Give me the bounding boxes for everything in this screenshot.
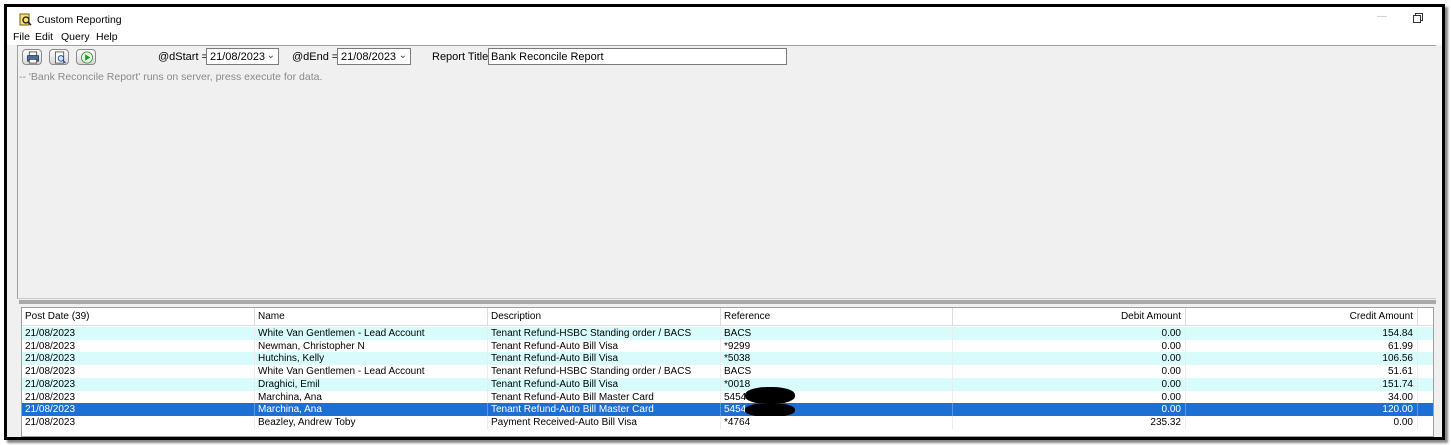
- cell-description[interactable]: Tenant Refund-Auto Bill Master Card: [488, 403, 721, 417]
- cell-debit[interactable]: 235.32: [953, 415, 1186, 429]
- menu-edit[interactable]: Edit: [35, 31, 53, 43]
- sql-comment: -- 'Bank Reconcile Report' runs on serve…: [19, 71, 323, 83]
- cell-reference[interactable]: *5038: [721, 352, 953, 366]
- cell-debit[interactable]: 0.00: [953, 327, 1186, 340]
- app-icon: [19, 13, 32, 26]
- cell-debit[interactable]: 0.00: [953, 403, 1186, 417]
- cell-debit[interactable]: 0.00: [953, 365, 1186, 379]
- cell-reference[interactable]: BACS: [721, 365, 953, 379]
- execute-button[interactable]: [76, 49, 96, 65]
- table-row[interactable]: 21/08/2023 Marchina, Ana Tenant Refund-Aut…: [22, 403, 1433, 418]
- table-row[interactable]: 21/08/2023 White Van Gentlemen - Lead Acc…: [22, 327, 1433, 340]
- report-title-input[interactable]: Bank Reconcile Report: [488, 48, 787, 65]
- cell-description[interactable]: Payment Received-Auto Bill Visa: [488, 415, 721, 429]
- print-preview-button[interactable]: [49, 49, 69, 65]
- cell-debit[interactable]: 0.00: [953, 339, 1186, 353]
- table-row[interactable]: 21/08/2023 Marchina, Ana Tenant Refund-Aut…: [22, 386, 1433, 404]
- print-icon: [27, 51, 39, 64]
- cell-post-date[interactable]: 21/08/2023: [22, 415, 255, 429]
- restore-icon[interactable]: [1412, 12, 1424, 24]
- cell-debit[interactable]: 0.00: [953, 377, 1186, 391]
- table-row[interactable]: 21/08/2023 Beazley, Andrew Toby Payment Re…: [22, 415, 1433, 429]
- sql-editor[interactable]: -- 'Bank Reconcile Report' runs on serve…: [17, 67, 1436, 299]
- cell-credit[interactable]: 151.74: [1186, 377, 1418, 391]
- menu-bar: File Edit Query Help: [7, 29, 1442, 45]
- cell-name[interactable]: Marchina, Ana: [255, 390, 488, 404]
- cell-credit[interactable]: 61.99: [1186, 339, 1418, 353]
- dstart-value: 21/08/2023: [210, 51, 266, 63]
- cell-description[interactable]: Tenant Refund-Auto Bill Visa: [488, 352, 721, 366]
- chevron-down-icon[interactable]: ⌄: [267, 50, 275, 61]
- cell-credit[interactable]: 120.00: [1186, 403, 1418, 417]
- pane-splitter[interactable]: [19, 300, 1436, 304]
- minimize-button[interactable]: —: [1374, 9, 1390, 25]
- column-header-post-date[interactable]: Post Date (39): [22, 308, 255, 326]
- window-title: Custom Reporting: [37, 14, 122, 26]
- cell-debit[interactable]: 0.00: [953, 390, 1186, 404]
- print-button[interactable]: [22, 49, 42, 65]
- table-row[interactable]: 21/08/2023 Hutchins, Kelly Tenant Refund-A…: [22, 352, 1433, 366]
- cell-reference[interactable]: BACS: [721, 327, 953, 340]
- cell-description[interactable]: Tenant Refund-HSBC Standing order / BACS: [488, 365, 721, 379]
- cell-credit[interactable]: 106.56: [1186, 352, 1418, 366]
- cell-name[interactable]: White Van Gentlemen - Lead Account: [255, 327, 488, 340]
- results-grid[interactable]: Post Date (39) Name Description Referenc…: [21, 307, 1434, 437]
- cell-credit[interactable]: 51.61: [1186, 365, 1418, 379]
- cell-description[interactable]: Tenant Refund-Auto Bill Visa: [488, 339, 721, 353]
- cell-post-date[interactable]: 21/08/2023: [22, 327, 255, 340]
- dstart-label: @dStart =: [158, 51, 208, 63]
- execute-icon: [81, 51, 93, 64]
- cell-name[interactable]: White Van Gentlemen - Lead Account: [255, 365, 488, 379]
- title-bar: Custom Reporting —: [7, 7, 1442, 29]
- cell-post-date[interactable]: 21/08/2023: [22, 339, 255, 353]
- app-window: Custom Reporting — File Edit Query Help: [4, 4, 1445, 440]
- redaction-mark: [745, 386, 795, 404]
- grid-header-row: Post Date (39) Name Description Referenc…: [22, 308, 1433, 326]
- report-title-label: Report Title: [432, 51, 489, 63]
- cell-post-date[interactable]: 21/08/2023: [22, 390, 255, 404]
- column-header-description[interactable]: Description: [488, 308, 721, 326]
- cell-name[interactable]: Hutchins, Kelly: [255, 352, 488, 366]
- cell-reference[interactable]: *4764: [721, 415, 953, 429]
- dend-date-picker[interactable]: 21/08/2023 ⌄: [337, 48, 411, 65]
- cell-credit[interactable]: 0.00: [1186, 415, 1418, 429]
- table-row[interactable]: 21/08/2023 Newman, Christopher N Tenant Re…: [22, 339, 1433, 353]
- dend-value: 21/08/2023: [341, 51, 397, 63]
- menu-help[interactable]: Help: [96, 31, 118, 43]
- column-header-reference[interactable]: Reference: [721, 308, 953, 326]
- report-title-value: Bank Reconcile Report: [491, 51, 604, 63]
- column-header-credit[interactable]: Credit Amount: [1186, 308, 1418, 326]
- menu-file[interactable]: File: [13, 31, 30, 43]
- cell-credit[interactable]: 154.84: [1186, 327, 1418, 340]
- cell-description[interactable]: Tenant Refund-HSBC Standing order / BACS: [488, 327, 721, 340]
- cell-post-date[interactable]: 21/08/2023: [22, 352, 255, 366]
- cell-name[interactable]: Beazley, Andrew Toby: [255, 415, 488, 429]
- cell-name[interactable]: Newman, Christopher N: [255, 339, 488, 353]
- cell-name[interactable]: Draghici, Emil: [255, 377, 488, 391]
- cell-post-date[interactable]: 21/08/2023: [22, 365, 255, 379]
- table-row[interactable]: 21/08/2023 White Van Gentlemen - Lead Acc…: [22, 365, 1433, 379]
- cell-description[interactable]: Tenant Refund-Auto Bill Visa: [488, 377, 721, 391]
- cell-debit[interactable]: 0.00: [953, 352, 1186, 366]
- cell-reference[interactable]: *9299: [721, 339, 953, 353]
- cell-credit[interactable]: 34.00: [1186, 390, 1418, 404]
- dstart-date-picker[interactable]: 21/08/2023 ⌄: [206, 48, 279, 65]
- cell-post-date[interactable]: 21/08/2023: [22, 377, 255, 391]
- cell-name[interactable]: Marchina, Ana: [255, 403, 488, 417]
- cell-post-date[interactable]: 21/08/2023: [22, 403, 255, 417]
- menu-query[interactable]: Query: [61, 31, 90, 43]
- table-row[interactable]: 21/08/2023 Draghici, Emil Tenant Refund-Au…: [22, 377, 1433, 391]
- cell-description[interactable]: Tenant Refund-Auto Bill Master Card: [488, 390, 721, 404]
- toolbar: @dStart = 21/08/2023 ⌄ @dEnd = 21/08/202…: [17, 45, 1436, 67]
- column-header-debit[interactable]: Debit Amount: [953, 308, 1186, 326]
- column-header-name[interactable]: Name: [255, 308, 488, 326]
- dend-label: @dEnd =: [292, 51, 339, 63]
- chevron-down-icon[interactable]: ⌄: [399, 50, 407, 61]
- print-preview-icon: [54, 51, 66, 64]
